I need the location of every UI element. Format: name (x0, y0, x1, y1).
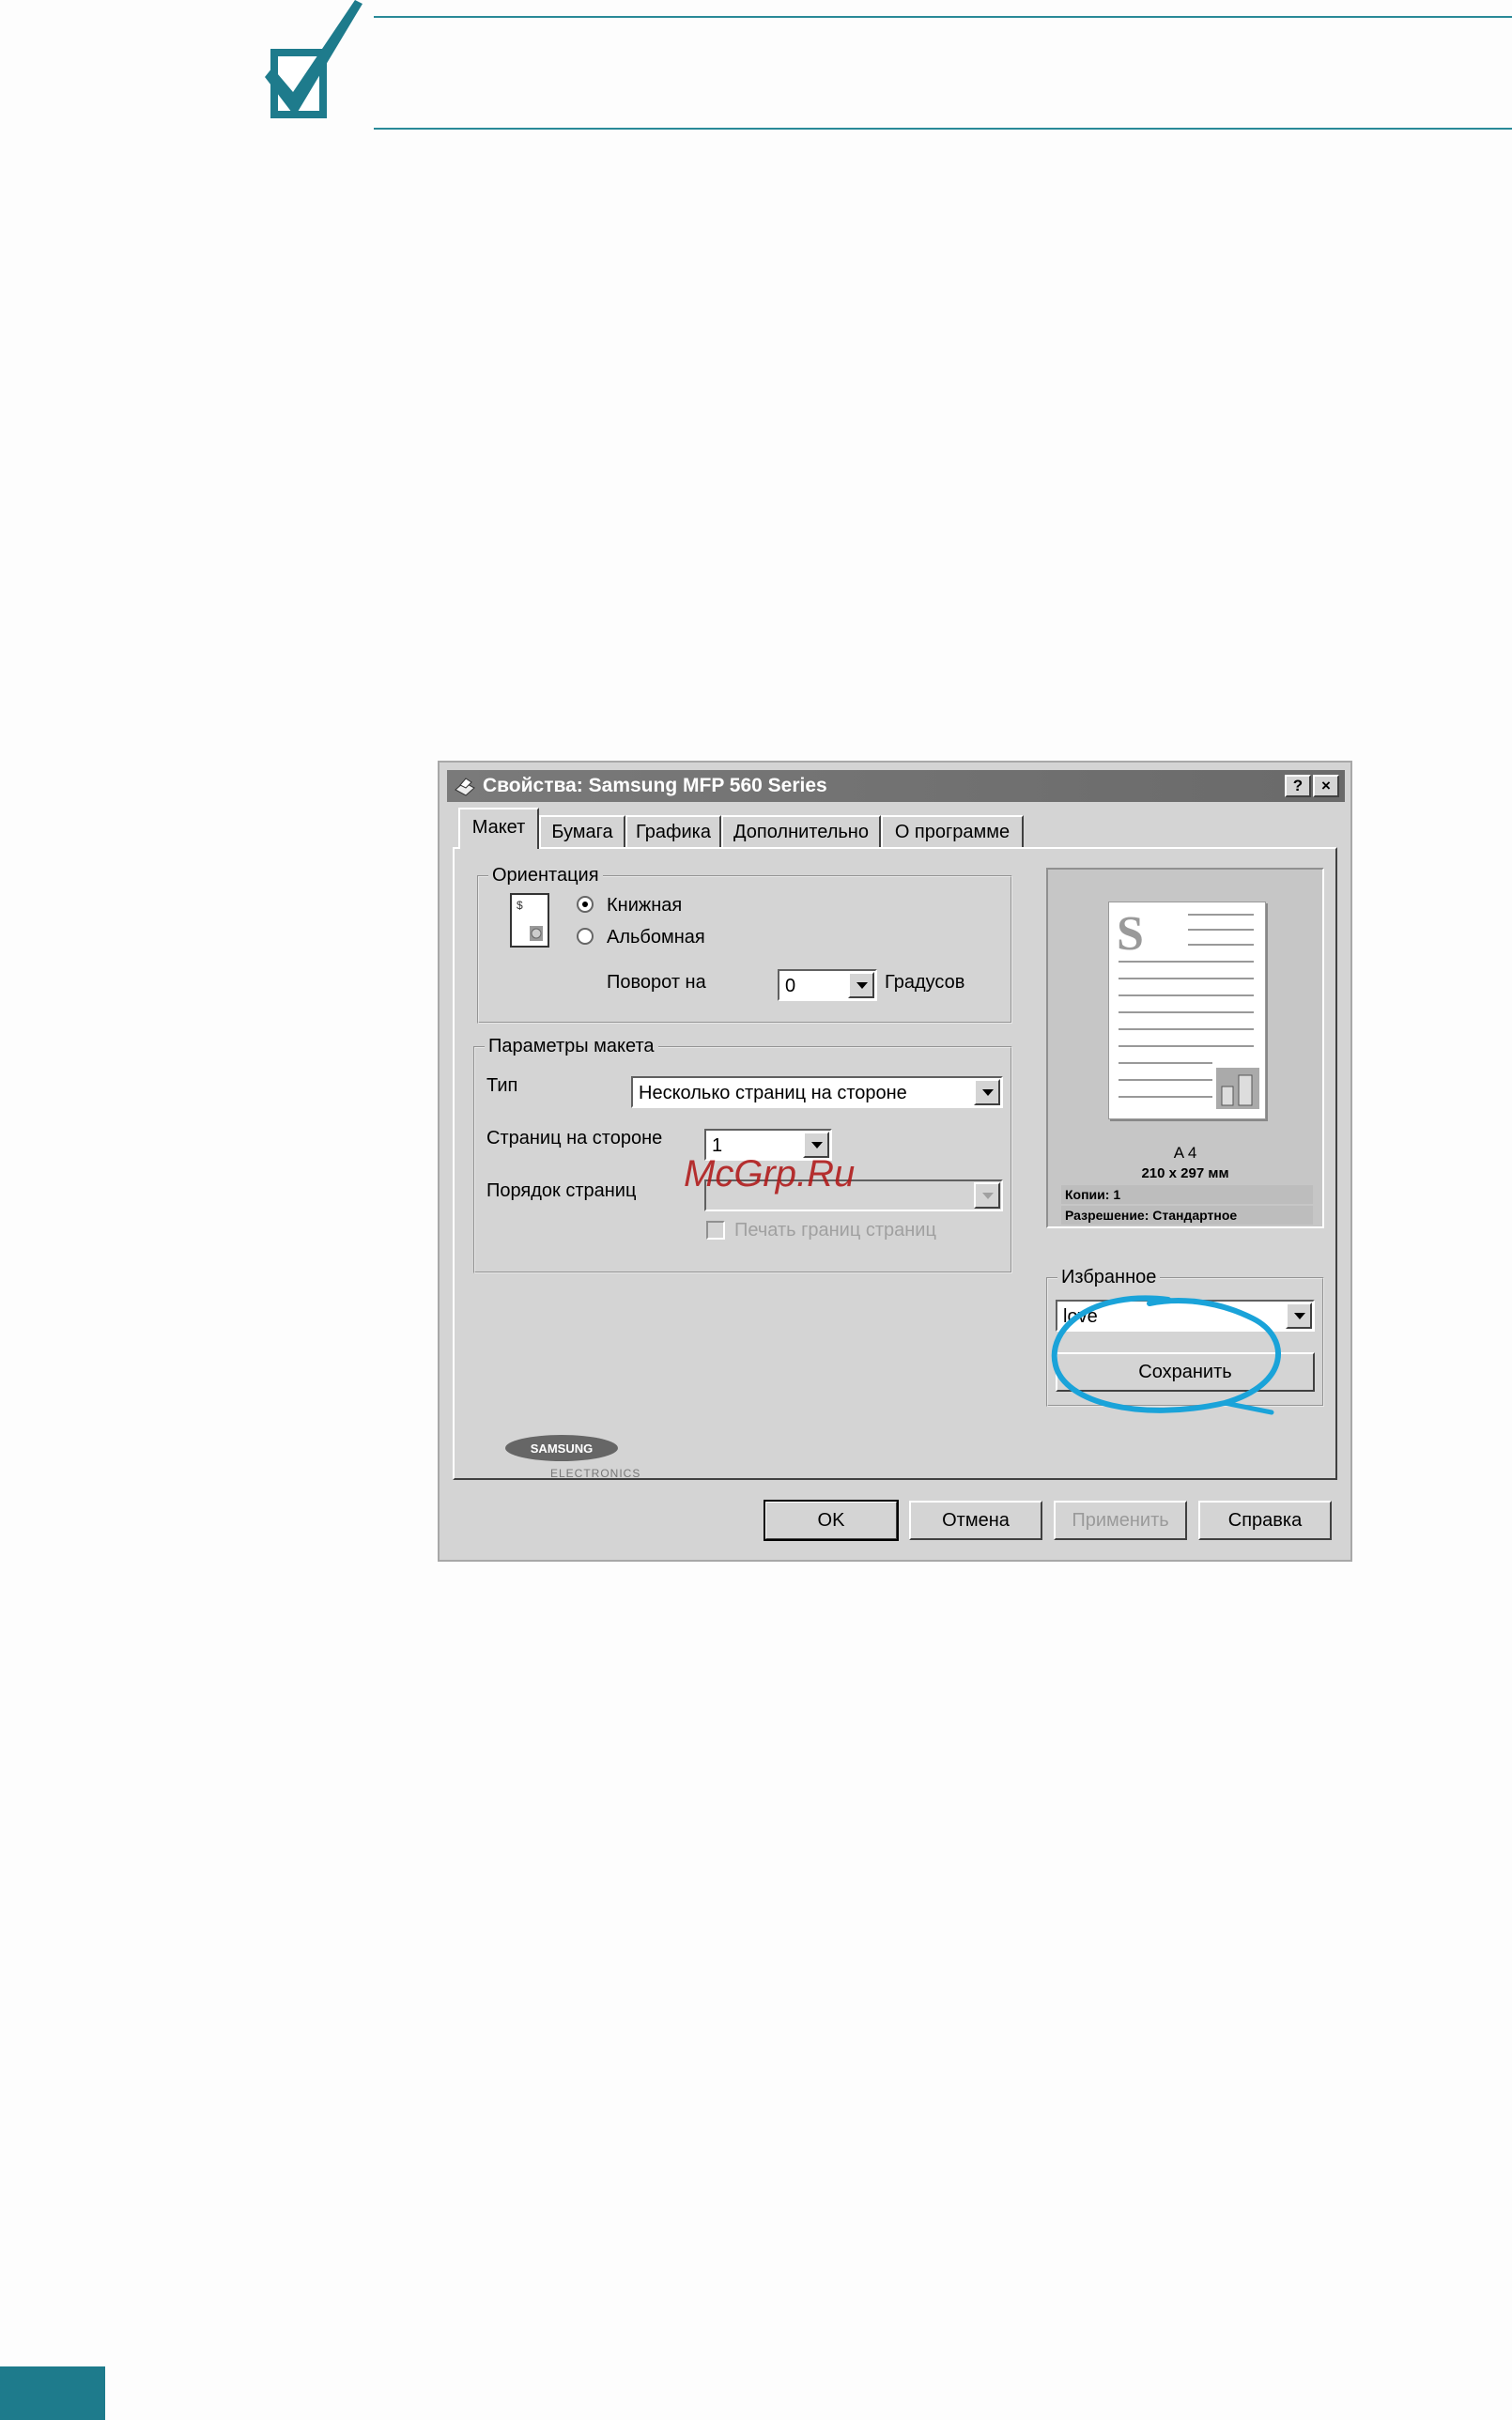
resolution-info: Разрешение: Стандартное (1061, 1206, 1313, 1225)
layout-type-value: Несколько страниц на стороне (639, 1083, 907, 1103)
orientation-group-title: Ориентация (488, 865, 603, 886)
preview-line (1119, 994, 1254, 996)
rotate-label: Поворот на (607, 972, 706, 993)
paper-dimensions-label: 210 x 297 мм (1141, 1165, 1229, 1181)
tab-graphics[interactable]: Графика (625, 815, 721, 847)
pages-per-side-label: Страниц на стороне (486, 1128, 663, 1148)
preview-line (1119, 1096, 1212, 1098)
preview-line (1119, 978, 1254, 979)
samsung-logo: SAMSUNG (505, 1435, 618, 1461)
portrait-radio[interactable] (577, 896, 594, 913)
help-button[interactable]: Справка (1198, 1501, 1332, 1540)
print-borders-checkbox[interactable] (706, 1221, 725, 1240)
page-corner-tab (0, 2366, 105, 2420)
chevron-down-icon[interactable] (974, 1182, 1000, 1209)
checkmark-note-icon (265, 0, 363, 118)
tab-about[interactable]: О программе (881, 815, 1024, 847)
cancel-button[interactable]: Отмена (909, 1501, 1042, 1540)
preview-line (1119, 1045, 1254, 1047)
svg-text:$: $ (517, 899, 523, 912)
copies-info: Копии: 1 (1061, 1185, 1313, 1204)
samsung-electronics-label: ELECTRONICS (550, 1467, 641, 1480)
samsung-s-glyph: S (1117, 907, 1144, 961)
apply-button[interactable]: Применить (1054, 1501, 1187, 1540)
chevron-down-icon[interactable] (848, 972, 874, 998)
note-rule-top (374, 16, 1512, 18)
preview-line (1119, 1028, 1254, 1030)
watermark-text: McGrp.Ru (684, 1153, 856, 1195)
title-bar: Свойства: Samsung MFP 560 Series ? × (447, 770, 1345, 802)
close-button[interactable]: × (1313, 775, 1339, 797)
chevron-down-icon[interactable] (974, 1079, 1000, 1105)
tab-paper[interactable]: Бумага (539, 815, 625, 847)
tab-advanced[interactable]: Дополнительно (721, 815, 881, 847)
highlight-circle-annotation (1051, 1295, 1281, 1415)
landscape-label: Альбомная (607, 927, 705, 948)
portrait-label: Книжная (607, 895, 683, 916)
preview-line (1119, 1011, 1254, 1013)
tab-layout[interactable]: Макет (458, 808, 539, 849)
paper-thumbnail: S (1108, 902, 1266, 1119)
orientation-group: Ориентация $ Книжная Альбомная Поворот н… (477, 865, 1012, 1024)
preview-line (1119, 1062, 1212, 1064)
landscape-radio[interactable] (577, 928, 594, 945)
rotate-unit-label: Градусов (885, 972, 965, 993)
printer-icon (455, 778, 475, 796)
preview-line (1188, 929, 1254, 931)
page-preview: S A 4 210 x 297 мм Копии: 1 Разрешение: … (1046, 868, 1324, 1228)
type-label: Тип (486, 1075, 518, 1096)
layout-type-combo[interactable]: Несколько страниц на стороне (631, 1076, 1003, 1108)
page-order-label: Порядок страниц (486, 1180, 637, 1201)
preview-line (1188, 914, 1254, 916)
dialog-title: Свойства: Samsung MFP 560 Series (483, 775, 827, 796)
print-borders-label: Печать границ страниц (734, 1220, 936, 1241)
preview-line (1119, 1079, 1212, 1081)
paper-size-label: A 4 (1173, 1144, 1197, 1162)
layout-group-title: Параметры макета (485, 1036, 658, 1056)
note-rule-bottom (374, 128, 1512, 130)
printer-properties-dialog: Свойства: Samsung MFP 560 Series ? × Мак… (438, 761, 1352, 1562)
help-title-button[interactable]: ? (1285, 775, 1311, 797)
ok-button[interactable]: OK (764, 1500, 899, 1541)
svg-text:SAMSUNG: SAMSUNG (531, 1441, 593, 1456)
rotate-value: 0 (785, 976, 796, 996)
portrait-page-icon: $ (510, 893, 549, 948)
tab-panel: Ориентация $ Книжная Альбомная Поворот н… (453, 847, 1337, 1480)
rotate-combo[interactable]: 0 (778, 969, 877, 1001)
preview-line (1119, 961, 1254, 963)
preview-line (1188, 944, 1254, 946)
chart-thumbnail-icon (1216, 1068, 1259, 1109)
